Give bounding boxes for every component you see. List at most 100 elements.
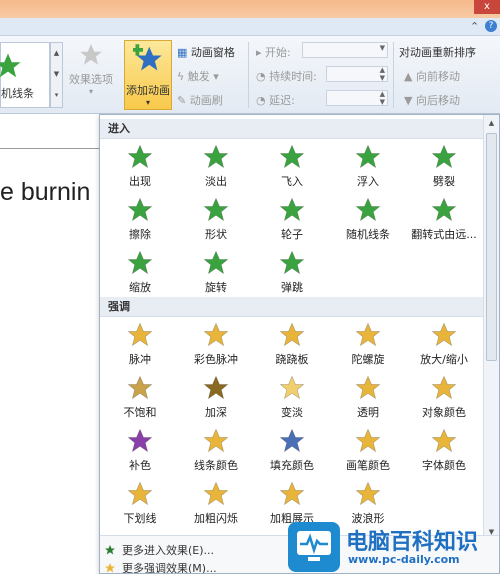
- star-effect-icon: [203, 428, 229, 453]
- star-effect-icon: [279, 197, 305, 222]
- slide-text-box-border: [0, 148, 100, 149]
- effect-item[interactable]: 画笔颜色: [330, 425, 406, 477]
- animation-dropdown: 进入 出现 淡出 飞入 浮入 劈裂 擦除 形状 轮子 随机线条 翻转式由远... 缩放 旋转 弹跳 强调…: [99, 114, 500, 574]
- dropdown-scrollbar[interactable]: ▲ ▼: [483, 115, 499, 543]
- effect-item[interactable]: 加粗闪烁: [178, 478, 254, 530]
- effect-item[interactable]: 加深: [178, 372, 254, 424]
- add-animation-icon: [131, 44, 162, 71]
- effect-item[interactable]: 缩放: [102, 247, 178, 299]
- effect-label: 随机线条: [346, 228, 390, 241]
- star-effect-icon: [203, 250, 229, 275]
- star-green-icon: [105, 545, 115, 555]
- effect-label: 翻转式由远...: [411, 228, 477, 241]
- more-emphasis-effects[interactable]: 更多强调效果(M)...: [104, 560, 217, 573]
- effect-item[interactable]: 浮入: [330, 141, 406, 193]
- slide-text[interactable]: e burnin: [0, 178, 90, 207]
- scroll-thumb[interactable]: [486, 133, 497, 361]
- animation-gallery[interactable]: 机线条: [0, 42, 50, 108]
- star-effect-icon: [431, 322, 457, 347]
- effect-item[interactable]: 擦除: [102, 194, 178, 246]
- effect-label: 陀螺旋: [351, 353, 385, 366]
- star-effect-icon: [127, 144, 153, 169]
- star-effect-icon: [203, 375, 229, 400]
- effect-item[interactable]: 轮子: [254, 194, 330, 246]
- star-effect-icon: [431, 197, 457, 222]
- gallery-selected-label: 机线条: [1, 87, 34, 100]
- effect-item[interactable]: 对象颜色: [406, 372, 482, 424]
- effect-item[interactable]: 下划线: [102, 478, 178, 530]
- star-effect-icon: [279, 250, 305, 275]
- close-button[interactable]: x: [474, 0, 500, 14]
- more-entrance-effects[interactable]: 更多进入效果(E)...: [104, 542, 214, 558]
- effect-item[interactable]: 补色: [102, 425, 178, 477]
- star-yellow-icon: [105, 563, 115, 573]
- effect-label: 放大/缩小: [420, 353, 468, 366]
- effect-item[interactable]: 弹跳: [254, 247, 330, 299]
- effect-item[interactable]: 填充颜色: [254, 425, 330, 477]
- effect-item[interactable]: 随机线条: [330, 194, 406, 246]
- effect-label: 浮入: [357, 175, 379, 188]
- star-effect-icon: [127, 375, 153, 400]
- effect-label: 旋转: [205, 281, 227, 294]
- effect-item[interactable]: 出现: [102, 141, 178, 193]
- effect-label: 线条颜色: [194, 459, 238, 472]
- star-effect-icon: [279, 375, 305, 400]
- effect-item[interactable]: 劈裂: [406, 141, 482, 193]
- effect-label: 字体颜色: [422, 459, 466, 472]
- effect-item[interactable]: 变淡: [254, 372, 330, 424]
- star-effect-icon: [127, 197, 153, 222]
- ribbon-divider: [393, 42, 394, 108]
- effect-label: 加粗闪烁: [194, 512, 238, 525]
- clock-icon: ◔: [256, 70, 266, 83]
- effect-item[interactable]: 不饱和: [102, 372, 178, 424]
- section-header-entrance: 进入: [100, 119, 485, 139]
- effect-label: 不饱和: [123, 406, 157, 419]
- effect-item[interactable]: 淡出: [178, 141, 254, 193]
- effect-item[interactable]: 旋转: [178, 247, 254, 299]
- effect-label: 脉冲: [129, 353, 151, 366]
- scroll-up-icon[interactable]: ▲: [486, 118, 497, 129]
- effect-item[interactable]: 彩色脉冲: [178, 319, 254, 371]
- trigger-icon: ϟ: [177, 70, 185, 83]
- effect-item[interactable]: 线条颜色: [178, 425, 254, 477]
- effect-item[interactable]: 透明: [330, 372, 406, 424]
- move-earlier-button[interactable]: ▲ 向前移动: [404, 68, 460, 84]
- effect-item[interactable]: 字体颜色: [406, 425, 482, 477]
- chevron-down-icon: ▼: [379, 44, 385, 52]
- trigger-button[interactable]: ϟ 触发 ▾: [177, 68, 219, 84]
- effect-item[interactable]: 飞入: [254, 141, 330, 193]
- delay-spinner[interactable]: ▲ ▼: [326, 90, 388, 106]
- gallery-scrollbar[interactable]: ▲ ▼ ▾: [50, 42, 63, 108]
- monitor-logo-icon: [288, 522, 340, 572]
- effect-label: 弹跳: [281, 281, 303, 294]
- star-green-icon: [0, 53, 21, 78]
- star-effect-icon: [355, 481, 381, 506]
- animation-pane-button[interactable]: ▦ 动画窗格: [177, 44, 235, 60]
- effect-label: 透明: [357, 406, 379, 419]
- star-effect-icon: [431, 375, 457, 400]
- effect-item[interactable]: 跷跷板: [254, 319, 330, 371]
- ribbon-collapse-icon[interactable]: ⌃: [470, 20, 479, 33]
- animation-painter-button[interactable]: ✎ 动画刷: [177, 92, 223, 108]
- effect-item[interactable]: 形状: [178, 194, 254, 246]
- help-icon[interactable]: ?: [485, 20, 497, 32]
- duration-label: ◔ 持续时间:: [256, 70, 317, 83]
- title-bar: x: [0, 0, 500, 18]
- start-select[interactable]: ▼: [302, 42, 388, 58]
- move-later-button[interactable]: ▼ 向后移动: [404, 92, 460, 108]
- add-animation-button[interactable]: 添加动画 ▾: [124, 40, 172, 110]
- effect-label: 劈裂: [433, 175, 455, 188]
- delay-label: ◔ 延迟:: [256, 94, 295, 107]
- effect-item[interactable]: 脉冲: [102, 319, 178, 371]
- effect-item[interactable]: 放大/缩小: [406, 319, 482, 371]
- effect-item[interactable]: 陀螺旋: [330, 319, 406, 371]
- duration-spinner[interactable]: ▲ ▼: [326, 66, 388, 82]
- effect-label: 补色: [129, 459, 151, 472]
- effect-label: 出现: [129, 175, 151, 188]
- animation-pane-icon: ▦: [177, 46, 188, 59]
- effect-label: 对象颜色: [422, 406, 466, 419]
- effect-options-button[interactable]: 效果选项 ▾: [66, 42, 116, 96]
- effect-item[interactable]: 翻转式由远...: [406, 194, 482, 246]
- star-gray-icon: [80, 44, 102, 65]
- effect-label: 缩放: [129, 281, 151, 294]
